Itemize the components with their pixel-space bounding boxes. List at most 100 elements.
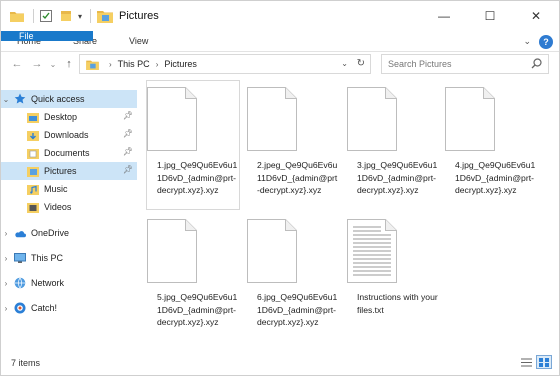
cloud-icon	[14, 227, 26, 239]
pin-icon[interactable]: 📌︎	[123, 165, 133, 174]
sidebar-item-label: Quick access	[31, 94, 85, 104]
file-name: Instructions with your files.txt	[357, 292, 438, 315]
file-view: 1.jpg_Qe9Qu6Ev6u11D6vD_{admin@prt-decryp…	[146, 79, 557, 347]
videos-folder-icon	[27, 201, 39, 213]
file-item[interactable]: 2.jpeg_Qe9Qu6Ev6u11D6vD_{admin@prt-decry…	[247, 81, 339, 197]
sidebar-item-desktop[interactable]: Desktop 📌︎	[1, 108, 137, 126]
forward-arrow-icon[interactable]: →	[27, 53, 47, 75]
file-item[interactable]: 5.jpg_Qe9Qu6Ev6u11D6vD_{admin@prt-decryp…	[147, 213, 239, 329]
sidebar-item-network[interactable]: › Network	[1, 274, 137, 292]
sidebar-item-label: Music	[44, 184, 68, 194]
sidebar-item-label: Network	[31, 278, 65, 288]
sidebar-item-label: Pictures	[44, 166, 77, 176]
sidebar-item-label: Videos	[44, 202, 72, 212]
file-name: 4.jpg_Qe9Qu6Ev6u11D6vD_{admin@prt-decryp…	[455, 160, 536, 195]
catch-icon	[14, 302, 26, 314]
file-item[interactable]: 6.jpg_Qe9Qu6Ev6u11D6vD_{admin@prt-decryp…	[247, 213, 339, 329]
sidebar-item-label: Catch!	[31, 303, 58, 313]
document-icon	[347, 87, 397, 151]
item-count: 7 items	[11, 358, 41, 368]
file-name: 1.jpg_Qe9Qu6Ev6u11D6vD_{admin@prt-decryp…	[157, 160, 238, 195]
expand-chevron-icon[interactable]: ›	[1, 304, 11, 313]
document-icon	[147, 87, 197, 151]
tab-view[interactable]: View	[113, 31, 164, 51]
refresh-icon[interactable]: ↻	[357, 58, 365, 69]
window-controls: — ☐ ✕	[421, 1, 559, 31]
search-placeholder: Search Pictures	[388, 59, 452, 69]
sidebar-item-label: Desktop	[44, 112, 78, 122]
navigation-pane: ⌄ Quick access Desktop 📌︎ Downloads 📌︎ D…	[1, 85, 141, 345]
status-bar: 7 items	[1, 351, 559, 375]
customize-toolbar-chevron-icon[interactable]: ▾	[78, 12, 82, 21]
folder-icon[interactable]	[9, 8, 25, 24]
expand-ribbon-chevron-icon[interactable]: ⌄	[523, 36, 531, 47]
pictures-folder-icon	[27, 165, 39, 177]
details-view-icon[interactable]	[519, 356, 533, 368]
breadcrumb-this-pc[interactable]: This PC	[118, 59, 150, 69]
breadcrumb-chevron-icon[interactable]: ›	[109, 60, 112, 69]
document-icon	[247, 219, 297, 283]
pin-icon[interactable]: 📌︎	[123, 111, 133, 120]
file-item[interactable]: 3.jpg_Qe9Qu6Ev6u11D6vD_{admin@prt-decryp…	[347, 81, 439, 197]
navigation-bar: ← → ⌄ ↑ › This PC › Pictures ⌄ ↻ Search …	[1, 53, 559, 75]
pin-icon[interactable]: 📌︎	[123, 129, 133, 138]
sidebar-item-music[interactable]: Music	[1, 180, 137, 198]
sidebar-item-onedrive[interactable]: › OneDrive	[1, 224, 137, 242]
file-name: 2.jpeg_Qe9Qu6Ev6u11D6vD_{admin@prt-decry…	[257, 160, 338, 195]
file-item[interactable]: 4.jpg_Qe9Qu6Ev6u11D6vD_{admin@prt-decryp…	[445, 81, 537, 197]
ribbon-right-controls: ⌄ ?	[523, 31, 553, 52]
close-button[interactable]: ✕	[513, 1, 559, 31]
minimize-button[interactable]: —	[421, 1, 467, 31]
file-name: 3.jpg_Qe9Qu6Ev6u11D6vD_{admin@prt-decryp…	[357, 160, 438, 195]
help-icon[interactable]: ?	[539, 34, 553, 49]
sidebar-item-label: Downloads	[44, 130, 89, 140]
downloads-folder-icon	[27, 129, 39, 141]
explorer-window: ▾ Pictures — ☐ ✕ File Home Share View ⌄ …	[0, 0, 560, 376]
breadcrumb-chevron-icon[interactable]: ›	[156, 60, 159, 69]
expand-chevron-icon[interactable]: ⌄	[1, 95, 11, 104]
star-icon	[14, 93, 26, 105]
expand-chevron-icon[interactable]: ›	[1, 279, 11, 288]
documents-folder-icon	[27, 147, 39, 159]
back-arrow-icon[interactable]: ←	[7, 53, 27, 75]
sidebar-item-catch[interactable]: › Catch!	[1, 299, 137, 317]
file-name: 6.jpg_Qe9Qu6Ev6u11D6vD_{admin@prt-decryp…	[257, 292, 338, 327]
pin-icon[interactable]: 📌︎	[123, 147, 133, 156]
expand-chevron-icon[interactable]: ›	[1, 229, 11, 238]
up-arrow-icon[interactable]: ↑	[59, 53, 79, 75]
document-icon	[147, 219, 197, 283]
ribbon-tabs: File Home Share View ⌄ ?	[1, 31, 559, 52]
file-item[interactable]: Instructions with your files.txt	[347, 213, 439, 316]
file-item[interactable]: 1.jpg_Qe9Qu6Ev6u11D6vD_{admin@prt-decryp…	[146, 80, 240, 210]
maximize-button[interactable]: ☐	[467, 1, 513, 31]
sidebar-item-this-pc[interactable]: › This PC	[1, 249, 137, 267]
sidebar-item-downloads[interactable]: Downloads 📌︎	[1, 126, 137, 144]
recent-locations-chevron-icon[interactable]: ⌄	[47, 53, 59, 75]
document-icon	[445, 87, 495, 151]
window-title: Pictures	[119, 10, 159, 22]
file-name: 5.jpg_Qe9Qu6Ev6u11D6vD_{admin@prt-decryp…	[157, 292, 238, 327]
breadcrumb-pictures[interactable]: Pictures	[164, 59, 197, 69]
expand-chevron-icon[interactable]: ›	[1, 254, 11, 263]
pictures-folder-icon	[97, 11, 114, 23]
computer-icon	[14, 252, 26, 264]
sidebar-item-documents[interactable]: Documents 📌︎	[1, 144, 137, 162]
document-icon	[247, 87, 297, 151]
title-bar: ▾ Pictures — ☐ ✕	[1, 1, 559, 31]
sidebar-item-quick-access[interactable]: ⌄ Quick access	[1, 90, 137, 108]
search-icon	[531, 58, 542, 69]
tab-file[interactable]: File	[1, 31, 93, 41]
sidebar-item-label: This PC	[31, 253, 64, 263]
large-icons-view-icon[interactable]	[536, 355, 552, 369]
sidebar-item-pictures[interactable]: Pictures 📌︎	[1, 162, 137, 180]
properties-icon[interactable]	[38, 8, 54, 24]
address-dropdown-icon[interactable]: ⌄	[341, 59, 348, 68]
address-bar[interactable]: › This PC › Pictures ⌄ ↻	[79, 54, 371, 74]
separator	[33, 9, 34, 23]
sidebar-item-label: OneDrive	[31, 228, 70, 238]
view-switcher	[519, 355, 552, 369]
quick-access-toolbar: ▾ Pictures	[1, 1, 159, 31]
sidebar-item-videos[interactable]: Videos	[1, 198, 137, 216]
search-input[interactable]: Search Pictures	[381, 54, 549, 74]
new-folder-icon[interactable]	[58, 8, 74, 24]
